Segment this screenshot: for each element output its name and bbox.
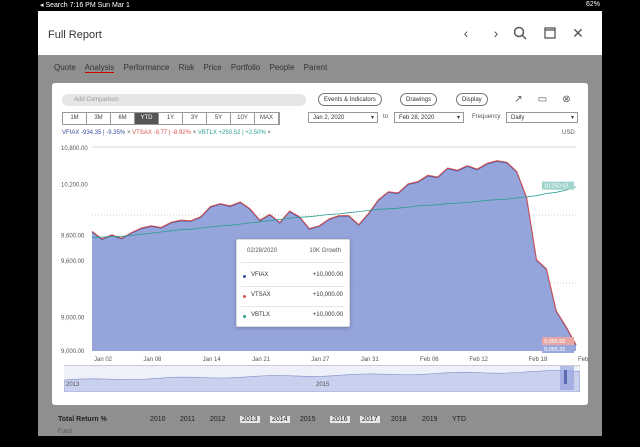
tab-performance[interactable]: Performance xyxy=(124,63,170,72)
app-window: Full Report ‹ › ✕ Quote Analysis Perform… xyxy=(38,11,602,436)
x-tick-label: Jan 14 xyxy=(203,357,222,363)
year-header: 2012 xyxy=(210,416,226,423)
series-dot-icon xyxy=(243,275,246,278)
chart-tooltip: 02/28/2020 10K Growth VFIAX +10,000.00 V… xyxy=(236,239,350,327)
x-tick-label: Feb 06 xyxy=(420,357,439,363)
tooltip-row-name: VBTLX xyxy=(251,312,271,318)
year-header: 2019 xyxy=(422,416,438,423)
status-bar: ◂ Search 7:16 PM Sun Mar 1 62% xyxy=(0,0,640,10)
window-title: Full Report xyxy=(48,29,102,41)
tooltip-row: VFIAX +10,000.00 xyxy=(243,272,343,282)
divider xyxy=(241,286,345,287)
tooltip-row-name: VFIAX xyxy=(251,272,269,278)
search-icon[interactable] xyxy=(512,25,528,41)
tab-portfolio[interactable]: Portfolio xyxy=(231,63,260,72)
navigator-chart xyxy=(63,366,581,393)
navigator-label: 2015 xyxy=(316,382,330,388)
tab-parent[interactable]: Parent xyxy=(304,63,328,72)
fund-label: Fund xyxy=(58,429,72,435)
tab-quote[interactable]: Quote xyxy=(54,63,76,72)
series-dot-icon xyxy=(243,295,246,298)
battery-status: 62% xyxy=(585,1,600,8)
end-value-label: 9,065.65 xyxy=(544,339,565,345)
x-tick-label: Jan 27 xyxy=(311,357,330,363)
year-header: 2017 xyxy=(360,416,380,423)
close-icon[interactable]: ✕ xyxy=(570,25,586,41)
tab-analysis[interactable]: Analysis xyxy=(84,63,115,73)
year-header: 2013 xyxy=(240,416,260,423)
forward-arrow-icon[interactable]: › xyxy=(488,25,504,41)
tooltip-row-value: +10,000.00 xyxy=(312,312,343,318)
x-tick-label: Feb 24 xyxy=(578,357,588,363)
year-header: YTD xyxy=(452,416,466,423)
year-header: 2010 xyxy=(150,416,166,423)
year-header: 2015 xyxy=(300,416,316,423)
x-tick-label: Feb 12 xyxy=(469,357,488,363)
y-tick-label: 9,600.00 xyxy=(61,259,85,265)
title-bar: Full Report ‹ › ✕ xyxy=(38,11,602,55)
status-left: ◂ Search 7:16 PM Sun Mar 1 xyxy=(40,2,130,9)
y-tick-label: 10,800.00 xyxy=(61,146,88,152)
tab-risk[interactable]: Risk xyxy=(179,63,195,72)
x-tick-label: Jan 08 xyxy=(143,357,162,363)
tooltip-row-value: +10,000.00 xyxy=(312,272,343,278)
total-return-label: Total Return % xyxy=(58,416,107,423)
y-tick-label: 10,200.00 xyxy=(61,183,88,189)
x-tick-label: Feb 18 xyxy=(529,357,548,363)
navigator-strip[interactable]: 2013 2015 xyxy=(63,365,581,393)
x-tick-label: Jan 21 xyxy=(252,357,271,363)
tooltip-date: 02/28/2020 xyxy=(247,248,278,254)
end-value-label: 9,065.35 xyxy=(544,347,565,353)
report-nav-tabs: Quote Analysis Performance Risk Price Po… xyxy=(54,63,334,73)
tooltip-row-value: +10,000.00 xyxy=(312,292,343,298)
year-header: 2016 xyxy=(330,416,350,423)
expand-icon[interactable] xyxy=(542,25,558,41)
tooltip-row: VTSAX +10,000.00 xyxy=(243,292,343,302)
year-header: 2011 xyxy=(180,416,196,423)
x-tick-label: Jan 02 xyxy=(94,357,113,363)
tooltip-row: VBTLX +10,000.00 xyxy=(243,312,343,322)
tab-people[interactable]: People xyxy=(270,63,295,72)
chart-modal: Add Comparison Events & Indicators Drawi… xyxy=(52,83,588,405)
y-tick-label: 9,000.00 xyxy=(61,349,85,355)
y-tick-label: 9,600.00 xyxy=(61,234,85,240)
divider xyxy=(241,262,345,263)
divider xyxy=(241,306,345,307)
back-arrow-icon[interactable]: ‹ xyxy=(458,25,474,41)
end-value-label: 10,250.52 xyxy=(544,184,568,190)
year-header: 2014 xyxy=(270,416,290,423)
tooltip-growth-label: 10K Growth xyxy=(309,248,341,254)
navigator-handle xyxy=(564,370,567,384)
x-tick-label: Jan 31 xyxy=(361,357,380,363)
navigator-label: 2013 xyxy=(66,382,80,388)
series-dot-icon xyxy=(243,315,246,318)
tab-price[interactable]: Price xyxy=(203,63,221,72)
y-tick-label: 9,000.00 xyxy=(61,315,85,321)
tooltip-row-name: VTSAX xyxy=(251,292,271,298)
year-header: 2018 xyxy=(391,416,407,423)
